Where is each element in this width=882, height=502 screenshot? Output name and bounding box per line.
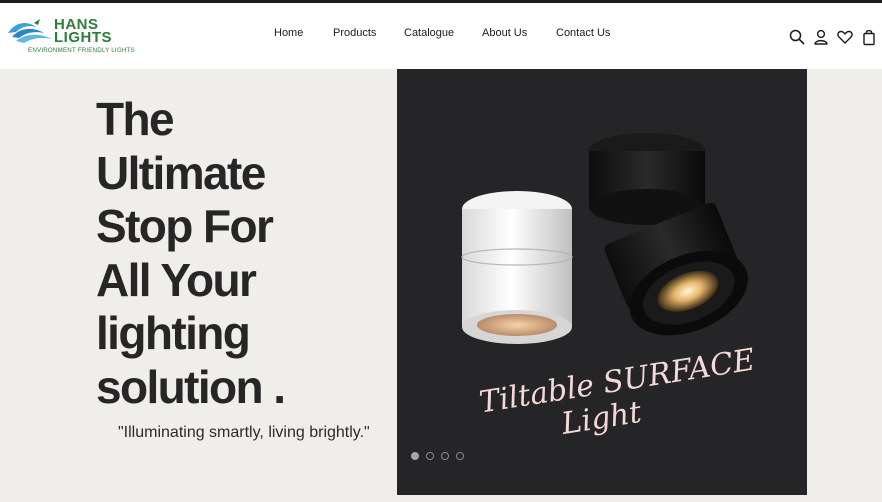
hero-headline: The Ultimate Stop For All Your lighting … [96,93,396,414]
carousel-dot[interactable] [426,452,434,460]
hero-headline-line: All Your [96,253,257,306]
hero-tagline: "Illuminating smartly, living brightly." [118,424,370,441]
nav-products[interactable]: Products [333,27,376,39]
user-icon[interactable] [812,28,830,46]
brand-logo[interactable]: HANS LIGHTS ENVIRONMENT FRIENDLY LIGHTS [6,17,136,57]
carousel-dot[interactable] [456,452,464,460]
nav-catalogue[interactable]: Catalogue [404,27,454,39]
hero-section: The Ultimate Stop For All Your lighting … [0,69,882,502]
search-icon[interactable] [788,28,806,46]
hero-headline-line: lighting [96,307,251,359]
hero-headline-line: The [96,93,175,145]
brand-wordmark: HANS LIGHTS [54,17,138,46]
carousel-dot[interactable] [411,452,419,460]
nav-about-us[interactable]: About Us [482,27,527,39]
hero-headline-line: Stop For [96,200,274,252]
carousel-dot[interactable] [441,452,449,460]
nav-home[interactable]: Home [274,27,303,39]
hero-headline-line: Ultimate [96,146,266,199]
site-header: HANS LIGHTS ENVIRONMENT FRIENDLY LIGHTS … [0,3,882,69]
hero-carousel-slide[interactable]: Tiltable SURFACE Light [397,69,807,495]
bag-icon[interactable] [860,28,878,46]
brand-name-line2: LIGHTS [54,29,112,46]
nav-contact-us[interactable]: Contact Us [556,27,610,39]
hero-headline-line: solution . [96,360,286,413]
swirl-logo-icon [8,19,52,43]
heart-icon[interactable] [836,28,854,46]
brand-tagline: ENVIRONMENT FRIENDLY LIGHTS [28,47,135,54]
